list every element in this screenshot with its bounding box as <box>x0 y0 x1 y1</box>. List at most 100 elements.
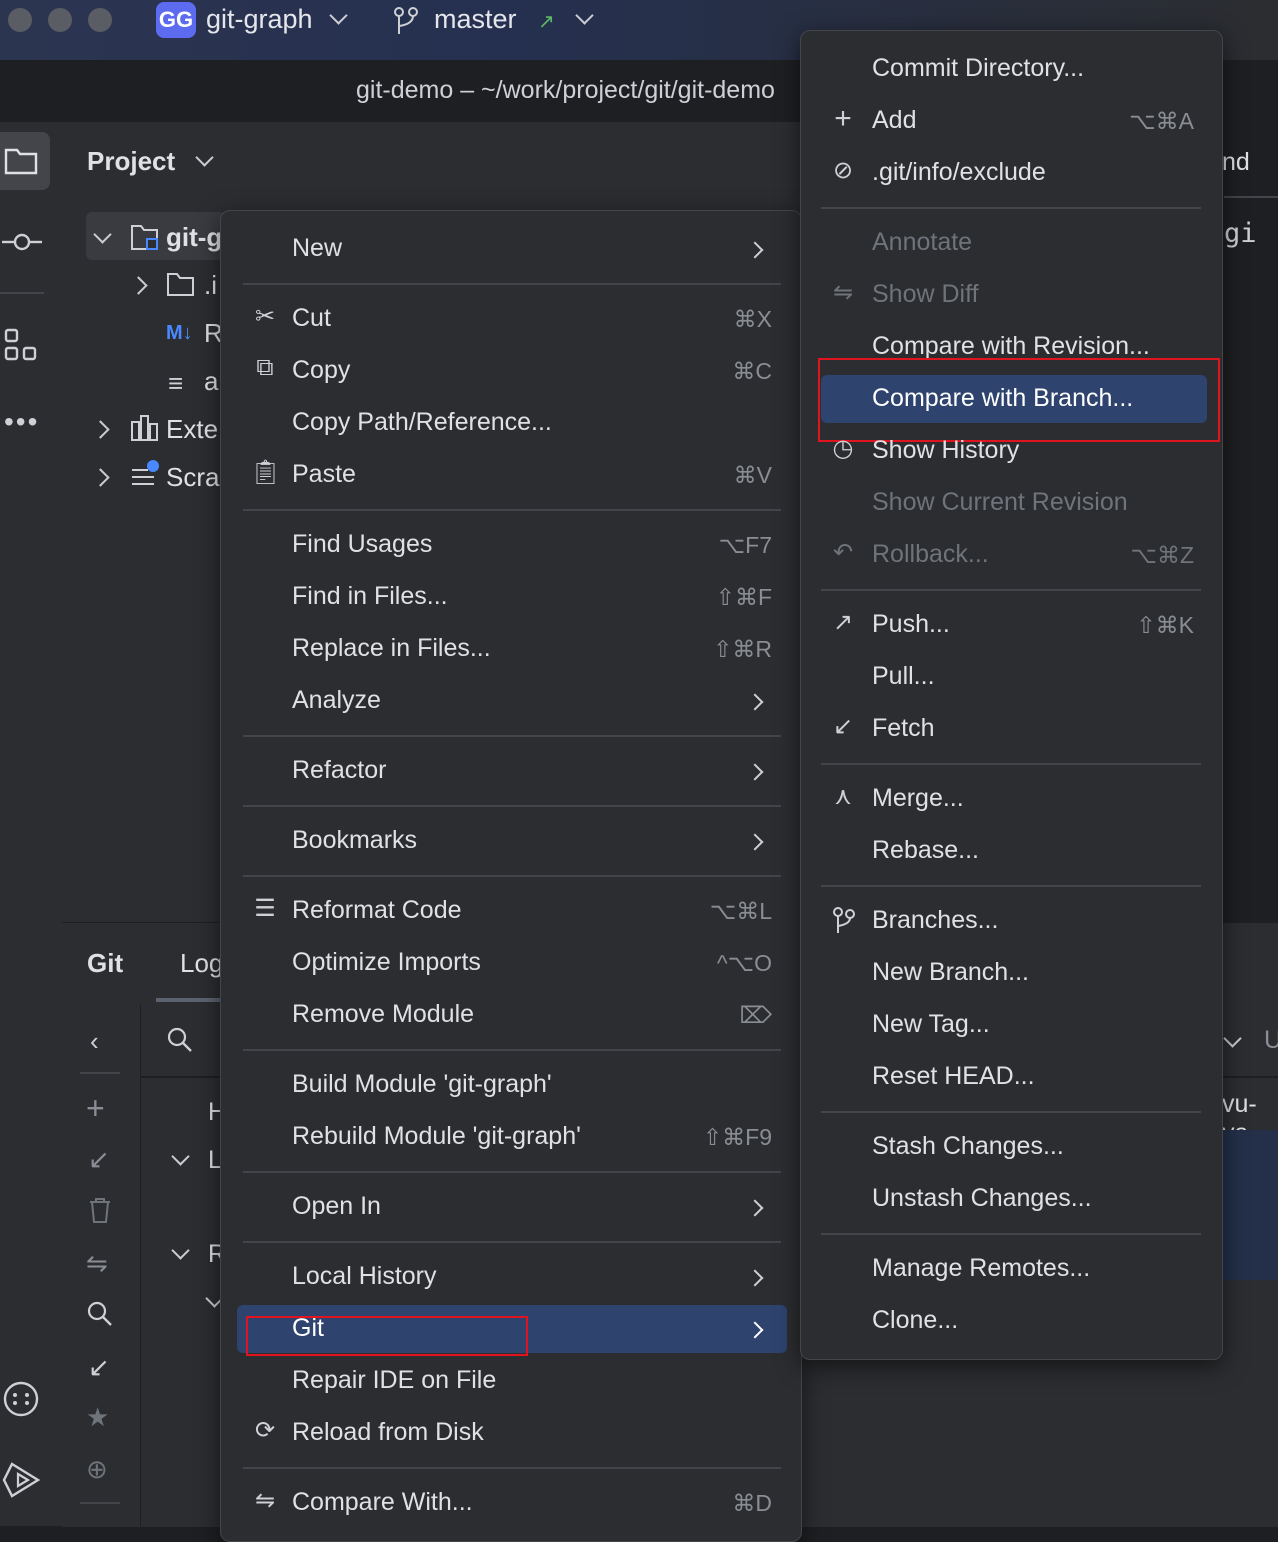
tree-item-external-libraries[interactable]: Exte <box>166 414 218 445</box>
project-badge[interactable]: GG <box>156 2 196 38</box>
git-menu-item-push[interactable]: ↗ Push... ⇧⌘K <box>820 600 1200 650</box>
menu-item-refactor[interactable]: Refactor <box>240 746 780 796</box>
diff-icon[interactable]: ⇋ <box>86 1248 108 1279</box>
menu-item-compare-with[interactable]: ⇋ Compare With... ⌘D <box>240 1478 780 1528</box>
submenu-arrow-icon <box>746 241 764 259</box>
locate-icon[interactable]: ⊕ <box>86 1454 108 1485</box>
editor-tab-fragment[interactable]: nd <box>1222 148 1250 177</box>
menu-separator <box>243 1049 781 1051</box>
git-menu-item-rebase[interactable]: Rebase... <box>820 826 1200 876</box>
git-menu-item-unstash-changes[interactable]: Unstash Changes... <box>820 1174 1200 1224</box>
menu-item-analyze[interactable]: Analyze <box>240 676 780 726</box>
menu-separator <box>243 1467 781 1469</box>
menu-item-shortcut: ⇧⌘F9 <box>702 1124 772 1150</box>
git-menu-item-pull[interactable]: Pull... <box>820 652 1200 702</box>
diff-icon: ⇋ <box>832 279 854 306</box>
menu-item-label: Find in Files... <box>292 582 448 610</box>
menu-item-label: New Branch... <box>872 958 1030 986</box>
more-icon[interactable]: ••• <box>4 406 39 438</box>
menu-item-label: Manage Remotes... <box>872 1254 1091 1282</box>
menu-item-bookmarks[interactable]: Bookmarks <box>240 816 780 866</box>
submenu-arrow-icon <box>746 693 764 711</box>
branch-icon <box>392 6 420 43</box>
git-menu-item-merge[interactable]: ⋏ Merge... <box>820 774 1200 824</box>
menu-item-replace-in-files[interactable]: Replace in Files... ⇧⌘R <box>240 624 780 674</box>
menu-item-rebuild-module[interactable]: Rebuild Module 'git-graph' ⇧⌘F9 <box>240 1112 780 1162</box>
menu-item-copy[interactable]: ⧉ Copy ⌘C <box>240 346 780 396</box>
collapse-icon[interactable]: ↙ <box>88 1352 110 1383</box>
menu-item-label: Show History <box>872 436 1020 464</box>
menu-item-build-module[interactable]: Build Module 'git-graph' <box>240 1060 780 1110</box>
submenu-arrow-icon <box>746 1269 764 1287</box>
tree-item-folder[interactable]: .i <box>204 270 217 301</box>
git-menu-item-clone[interactable]: Clone... <box>820 1296 1200 1346</box>
search-icon[interactable] <box>86 1300 114 1335</box>
run-icon[interactable] <box>2 1460 42 1507</box>
menu-item-label: Repair IDE on File <box>292 1366 497 1394</box>
tab-log[interactable]: Log <box>180 948 223 979</box>
star-icon[interactable]: ★ <box>86 1402 109 1433</box>
fetch-icon[interactable]: ↙ <box>88 1144 110 1175</box>
minimize-window-button[interactable] <box>48 8 72 32</box>
plus-icon[interactable]: + <box>86 1090 105 1127</box>
search-icon[interactable] <box>166 1026 194 1061</box>
project-switcher[interactable]: git-graph <box>206 4 348 35</box>
menu-item-label: Pull... <box>872 662 935 690</box>
git-menu-item-rollback[interactable]: ↶ Rollback... ⌥⌘Z <box>820 530 1200 580</box>
tree-item-root[interactable]: git-g <box>166 222 222 253</box>
back-icon[interactable]: ‹ <box>90 1026 99 1057</box>
menu-item-local-history[interactable]: Local History <box>240 1252 780 1302</box>
menu-item-optimize-imports[interactable]: Optimize Imports ^⌥O <box>240 938 780 988</box>
structure-icon[interactable] <box>4 328 38 369</box>
strip-divider <box>0 292 44 294</box>
menu-item-shortcut: ⌥F7 <box>718 532 772 558</box>
menu-item-find-usages[interactable]: Find Usages ⌥F7 <box>240 520 780 570</box>
git-menu-item-show-diff[interactable]: ⇋ Show Diff <box>820 270 1200 320</box>
git-menu-item-exclude[interactable]: ⊘ .git/info/exclude <box>820 148 1200 198</box>
menu-item-reload-from-disk[interactable]: ⟳ Reload from Disk <box>240 1408 780 1458</box>
menu-item-paste[interactable]: 📋︎ Paste ⌘V <box>240 450 780 500</box>
git-menu-item-commit-directory[interactable]: Commit Directory... <box>820 44 1200 94</box>
git-menu-item-annotate[interactable]: Annotate <box>820 218 1200 268</box>
plugins-icon[interactable] <box>2 1380 40 1425</box>
menu-item-shortcut: ⌦ <box>739 1002 772 1028</box>
project-panel-title[interactable]: Project <box>87 146 215 177</box>
menu-separator <box>243 735 781 737</box>
git-menu-item-fetch[interactable]: ↙ Fetch <box>820 704 1200 754</box>
close-window-button[interactable] <box>8 8 32 32</box>
zoom-window-button[interactable] <box>88 8 112 32</box>
git-menu-item-reset-head[interactable]: Reset HEAD... <box>820 1052 1200 1102</box>
menu-item-find-in-files[interactable]: Find in Files... ⇧⌘F <box>240 572 780 622</box>
menu-item-new[interactable]: New <box>240 224 780 274</box>
menu-item-label: Stash Changes... <box>872 1132 1064 1160</box>
git-menu-item-show-current-revision[interactable]: Show Current Revision <box>820 478 1200 528</box>
folder-icon <box>166 270 196 305</box>
git-menu-item-new-tag[interactable]: New Tag... <box>820 1000 1200 1050</box>
commit-icon[interactable] <box>2 230 42 261</box>
tree-item-file[interactable]: a <box>204 366 218 397</box>
git-menu-item-manage-remotes[interactable]: Manage Remotes... <box>820 1244 1200 1294</box>
tree-item-scratches[interactable]: Scra <box>166 462 219 493</box>
git-menu-item-branches[interactable]: Branches... <box>820 896 1200 946</box>
rollback-icon: ↶ <box>832 539 854 566</box>
menu-item-label: Reformat Code <box>292 896 462 924</box>
branch-switcher[interactable]: master ↗ <box>434 4 595 35</box>
clock-icon: ◷ <box>832 435 854 462</box>
menu-item-copy-path[interactable]: Copy Path/Reference... <box>240 398 780 448</box>
menu-item-repair-ide[interactable]: Repair IDE on File <box>240 1356 780 1406</box>
trash-icon[interactable] <box>88 1196 112 1231</box>
menu-item-label: Open In <box>292 1192 381 1220</box>
git-menu-item-show-history[interactable]: ◷ Show History <box>820 426 1200 476</box>
git-menu-item-add[interactable]: + Add ⌥⌘A <box>820 96 1200 146</box>
log-filter-fragment[interactable]: U <box>1264 1026 1278 1055</box>
git-menu-item-stash-changes[interactable]: Stash Changes... <box>820 1122 1200 1172</box>
folder-icon <box>4 146 38 183</box>
reload-icon: ⟳ <box>254 1417 276 1444</box>
git-menu-item-new-branch[interactable]: New Branch... <box>820 948 1200 998</box>
menu-item-cut[interactable]: ✂ Cut ⌘X <box>240 294 780 344</box>
menu-item-label: Find Usages <box>292 530 433 558</box>
menu-separator <box>821 1233 1201 1235</box>
menu-item-open-in[interactable]: Open In <box>240 1182 780 1232</box>
menu-item-remove-module[interactable]: Remove Module ⌦ <box>240 990 780 1040</box>
menu-item-reformat-code[interactable]: ☰ Reformat Code ⌥⌘L <box>240 886 780 936</box>
